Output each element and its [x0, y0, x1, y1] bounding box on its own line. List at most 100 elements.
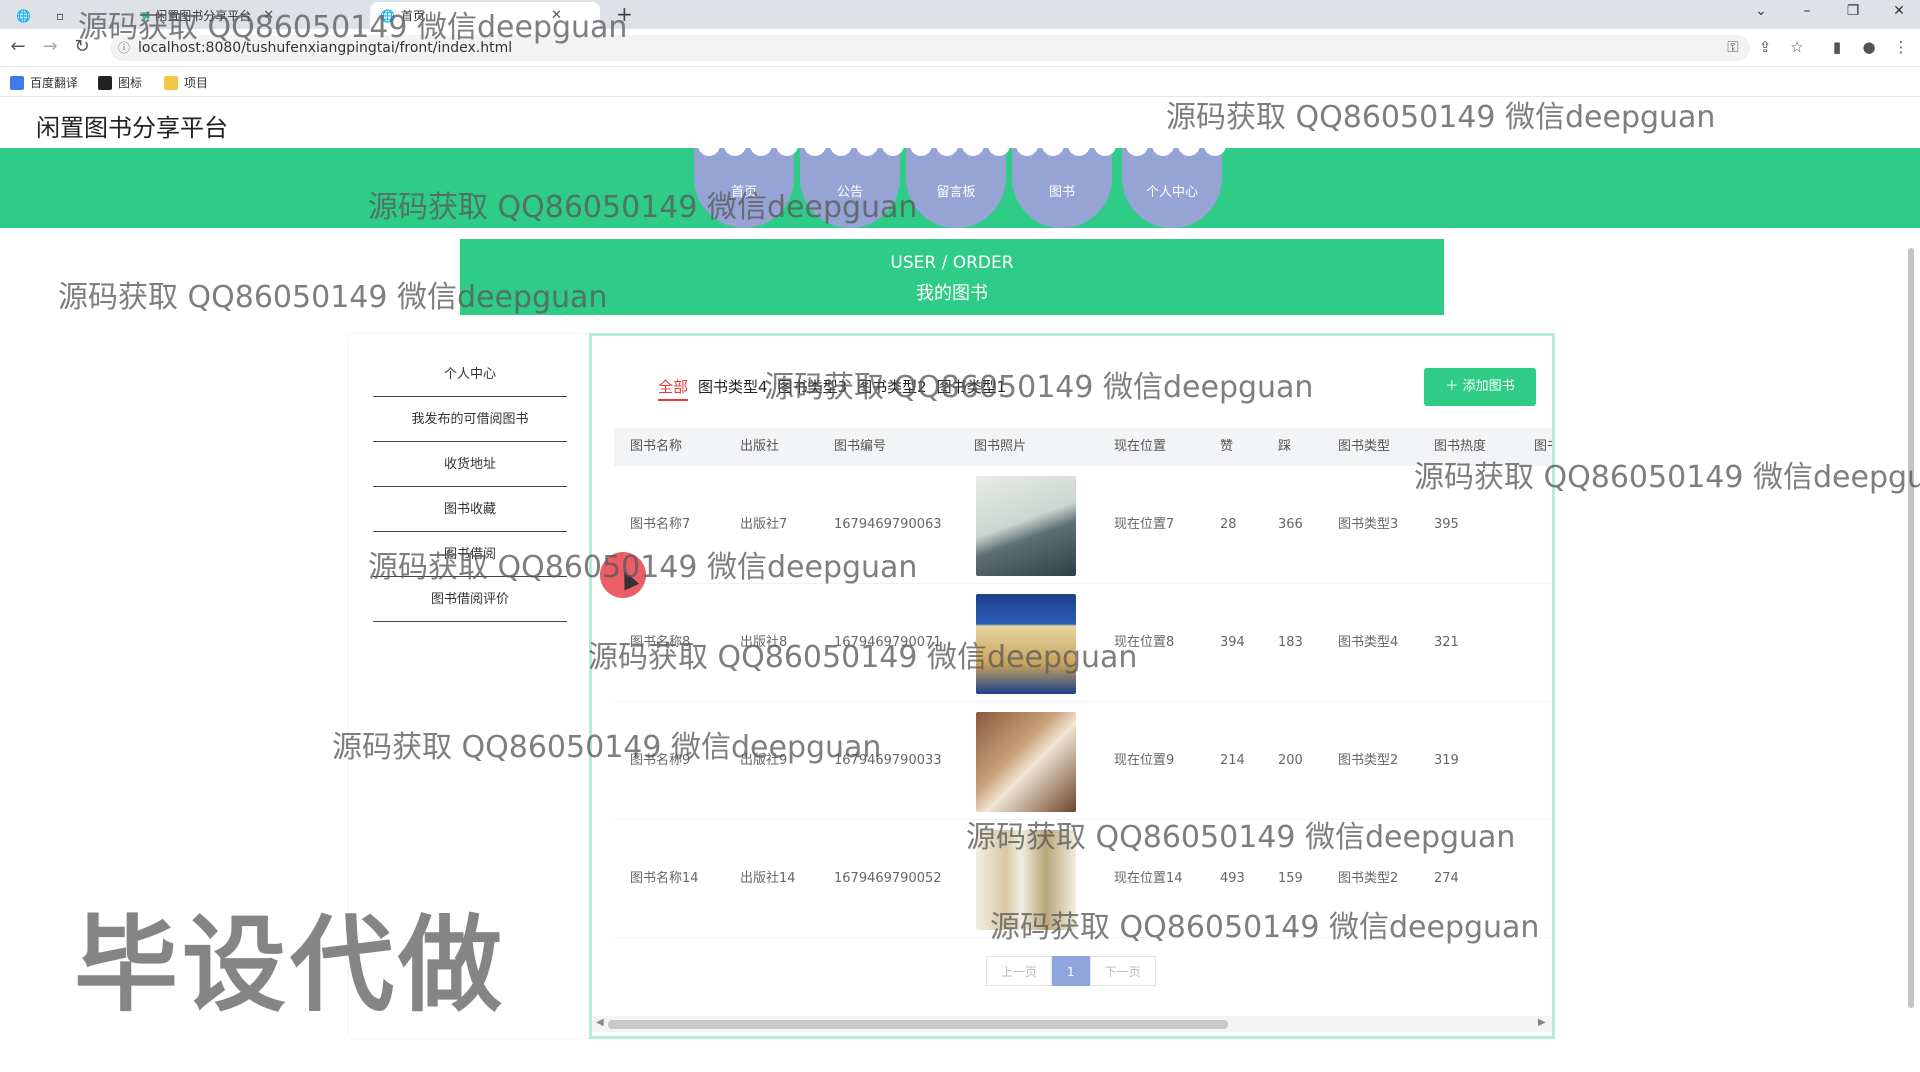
- page-banner: USER / ORDER 我的图书: [460, 239, 1444, 315]
- key-icon[interactable]: ⚿: [1722, 38, 1744, 56]
- cell-publisher: 出版社14: [740, 871, 796, 886]
- share-icon[interactable]: ⇪: [1754, 38, 1776, 56]
- banner-en: USER / ORDER: [890, 253, 1014, 273]
- reload-icon[interactable]: ↻: [70, 36, 94, 57]
- menu-icon[interactable]: ⋮: [1890, 38, 1912, 56]
- globe-icon: 🌐: [16, 8, 31, 23]
- col-dislikes: 踩: [1278, 439, 1292, 454]
- sidebar-item-my-books[interactable]: 我发布的可借阅图书: [373, 397, 567, 442]
- bookmark-fanyi[interactable]: 百度翻译: [10, 74, 78, 91]
- cell-dislikes: 366: [1278, 517, 1303, 532]
- back-icon[interactable]: ←: [6, 36, 30, 57]
- filter-type-3[interactable]: 图书类型3: [778, 376, 848, 401]
- col-heat: 图书热度: [1434, 439, 1487, 454]
- cell-likes: 493: [1220, 871, 1245, 886]
- browser-tab-bar: 🌐 ▫ ▼ 闲置图书分享平台 ✕ 🌐 首页 ✕ + ⌄ – ❐ ✕: [0, 0, 1920, 29]
- col-publisher: 出版社: [740, 439, 780, 454]
- cell-type: 图书类型3: [1338, 517, 1399, 532]
- tab-2[interactable]: ▼ 闲置图书分享平台 ✕: [130, 2, 284, 29]
- vertical-scroll-thumb[interactable]: [1908, 248, 1914, 1008]
- col-more: 图书: [1534, 439, 1552, 454]
- book-photo: [976, 476, 1076, 576]
- cell-name: 图书名称14: [630, 871, 699, 886]
- filter-tabs: 全部 图书类型4 图书类型3 图书类型2 图书类型1: [658, 376, 1006, 401]
- table-header: 图书名称 出版社 图书编号 图书照片 现在位置 赞 踩 图书类型 图书热度 图书: [614, 428, 1552, 466]
- page-1-button[interactable]: 1: [1052, 956, 1090, 986]
- table-row[interactable]: 图书名称8 出版社8 1679469790071 现在位置8 394 183 图…: [614, 584, 1552, 702]
- sidebar-item-user-center[interactable]: 个人中心: [373, 352, 567, 397]
- forward-icon[interactable]: →: [38, 36, 62, 57]
- col-likes: 赞: [1220, 439, 1234, 454]
- pagination: 上一页 1 下一页: [986, 956, 1156, 986]
- sidebar-item-borrow[interactable]: 图书借阅: [373, 532, 567, 577]
- col-code: 图书编号: [834, 439, 887, 454]
- cell-dislikes: 159: [1278, 871, 1303, 886]
- watermark-big: 毕设代做: [74, 904, 507, 1026]
- horizontal-scrollbar[interactable]: ◀ ▶: [592, 1016, 1552, 1032]
- cell-heat: 395: [1434, 517, 1459, 532]
- cell-location: 现在位置7: [1114, 517, 1175, 532]
- scroll-right-icon[interactable]: ▶: [1538, 1017, 1546, 1028]
- add-book-button[interactable]: ＋ 添加图书: [1424, 368, 1536, 406]
- cell-location: 现在位置9: [1114, 753, 1175, 768]
- site-title: 闲置图书分享平台: [36, 114, 228, 142]
- col-location: 现在位置: [1114, 439, 1167, 454]
- books-table: 图书名称 出版社 图书编号 图书照片 现在位置 赞 踩 图书类型 图书热度 图书…: [614, 428, 1552, 938]
- scroll-left-icon[interactable]: ◀: [596, 1017, 604, 1028]
- restore-icon[interactable]: ❐: [1838, 3, 1868, 19]
- star-icon[interactable]: ☆: [1786, 38, 1808, 56]
- close-window-icon[interactable]: ✕: [1884, 3, 1914, 19]
- vertical-scrollbar[interactable]: [1906, 238, 1916, 1038]
- watermark: 源码获取 QQ86050149 微信deepguan: [1166, 100, 1716, 135]
- sidebar-item-address[interactable]: 收货地址: [373, 442, 567, 487]
- horizontal-scroll-thumb[interactable]: [608, 1020, 1228, 1029]
- bookmark-projects[interactable]: 项目: [164, 74, 208, 91]
- cell-heat: 319: [1434, 753, 1459, 768]
- col-type: 图书类型: [1338, 439, 1391, 454]
- next-page-button[interactable]: 下一页: [1089, 956, 1156, 986]
- address-bar[interactable]: ⓘ localhost:8080/tushufenxiangpingtai/fr…: [110, 35, 1750, 61]
- cell-type: 图书类型2: [1338, 753, 1399, 768]
- prev-page-button[interactable]: 上一页: [986, 956, 1053, 986]
- main-panel: 全部 图书类型4 图书类型3 图书类型2 图书类型1 ＋ 添加图书 图书名称 出…: [589, 333, 1555, 1039]
- cell-likes: 28: [1220, 517, 1237, 532]
- info-icon[interactable]: ⓘ: [118, 35, 130, 61]
- banner-title: 我的图书: [916, 283, 988, 304]
- cell-heat: 274: [1434, 871, 1459, 886]
- cell-likes: 214: [1220, 753, 1245, 768]
- cell-publisher: 出版社9: [740, 753, 788, 768]
- sidebar-item-borrow-review[interactable]: 图书借阅评价: [373, 577, 567, 622]
- tab-1[interactable]: ▫: [46, 2, 80, 29]
- tab-0[interactable]: 🌐: [6, 2, 41, 29]
- side-panel-icon[interactable]: ▮: [1826, 38, 1848, 56]
- new-tab-icon[interactable]: +: [616, 2, 633, 26]
- globe-icon: 🌐: [380, 8, 395, 23]
- filter-type-1[interactable]: 图书类型1: [937, 376, 1007, 401]
- table-row[interactable]: 图书名称9 出版社9 1679469790033 现在位置9 214 200 图…: [614, 702, 1552, 820]
- close-icon[interactable]: ✕: [551, 8, 562, 23]
- cell-location: 现在位置14: [1114, 871, 1183, 886]
- table-row[interactable]: 图书名称14 出版社14 1679469790052 现在位置14 493 15…: [614, 820, 1552, 938]
- page-icon: ▫: [56, 8, 65, 23]
- sidebar-item-favorites[interactable]: 图书收藏: [373, 487, 567, 532]
- filter-type-2[interactable]: 图书类型2: [857, 376, 927, 401]
- chevron-down-icon[interactable]: ⌄: [1746, 3, 1776, 19]
- cell-code: 1679469790071: [834, 635, 942, 650]
- close-icon[interactable]: ✕: [263, 8, 274, 23]
- book-photo: [976, 830, 1076, 930]
- tab-3[interactable]: 🌐 首页 ✕: [370, 2, 600, 29]
- plus-icon: ＋: [1445, 379, 1463, 394]
- cell-likes: 394: [1220, 635, 1245, 650]
- filter-all[interactable]: 全部: [658, 376, 689, 401]
- cell-location: 现在位置8: [1114, 635, 1175, 650]
- minimize-icon[interactable]: –: [1792, 3, 1822, 19]
- table-row[interactable]: 图书名称7 出版社7 1679469790063 现在位置7 28 366 图书…: [614, 466, 1552, 584]
- image-icon: [98, 75, 112, 90]
- cell-dislikes: 200: [1278, 753, 1303, 768]
- cell-heat: 321: [1434, 635, 1459, 650]
- cell-code: 1679469790052: [834, 871, 942, 886]
- filter-type-4[interactable]: 图书类型4: [698, 376, 768, 401]
- cell-code: 1679469790033: [834, 753, 942, 768]
- bookmark-icons[interactable]: 图标: [98, 74, 142, 91]
- profile-icon[interactable]: ●: [1858, 38, 1880, 56]
